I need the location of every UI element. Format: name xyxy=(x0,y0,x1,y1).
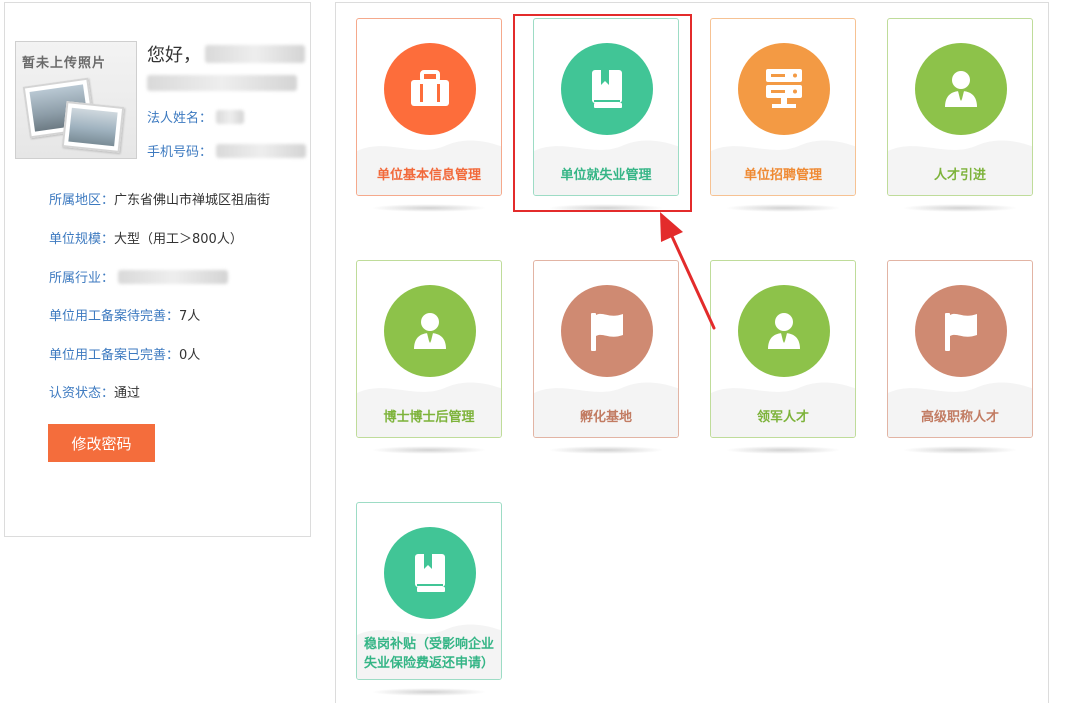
book-icon xyxy=(384,527,476,619)
region-label: 所属地区： xyxy=(49,193,115,208)
phone-field: 手机号码： xyxy=(147,141,307,160)
profile-panel: 暂未上传照片 您好， 法人姓名： 手机号码： 所属地区： 广东省佛山市禅城区祖庙… xyxy=(4,2,311,537)
scale-label: 单位规模： xyxy=(49,232,115,247)
redacted-legal-name xyxy=(216,109,245,124)
profile-photo[interactable]: 暂未上传照片 xyxy=(15,41,137,159)
scale-row: 单位规模： 大型（用工＞800人） xyxy=(49,228,243,247)
greeting-text: 您好， xyxy=(147,45,201,66)
service-tile-label: 单位招聘管理 xyxy=(743,168,822,183)
region-row: 所属地区： 广东省佛山市禅城区祖庙街 xyxy=(49,189,270,208)
phone-label: 手机号码： xyxy=(147,145,213,160)
photo-frame-icon xyxy=(61,101,125,153)
cert-row: 认资状态： 通过 xyxy=(49,382,140,401)
legal-name-label: 法人姓名： xyxy=(147,111,213,126)
cert-value: 通过 xyxy=(114,386,141,401)
service-tile-label: 高级职称人才 xyxy=(920,410,999,425)
highlight-box xyxy=(513,14,692,212)
tile-shadow xyxy=(725,446,841,454)
scale-value: 大型（用工＞800人） xyxy=(114,232,243,247)
pending-label: 单位用工备案待完善： xyxy=(49,309,180,324)
redacted-username xyxy=(205,45,305,63)
briefcase-icon xyxy=(384,43,476,135)
person-icon xyxy=(384,285,476,377)
legal-name-field: 法人姓名： xyxy=(147,107,245,126)
service-tile[interactable]: 高级职称人才 xyxy=(887,260,1033,438)
service-tile[interactable]: 单位基本信息管理 xyxy=(356,18,502,196)
flag-icon xyxy=(561,285,653,377)
tile-shadow xyxy=(371,446,487,454)
service-tile[interactable]: 单位招聘管理 xyxy=(710,18,856,196)
server-icon xyxy=(738,43,830,135)
flag-icon xyxy=(915,285,1007,377)
tile-shadow xyxy=(371,204,487,212)
tile-shadow xyxy=(902,446,1018,454)
service-tile[interactable]: 领军人才 xyxy=(710,260,856,438)
greeting: 您好， xyxy=(147,41,305,67)
service-tile[interactable]: 博士博士后管理 xyxy=(356,260,502,438)
industry-label: 所属行业： xyxy=(49,271,115,286)
cert-label: 认资状态： xyxy=(49,386,115,401)
service-tile-label: 人才引进 xyxy=(933,168,986,183)
service-tile[interactable]: 孵化基地 xyxy=(533,260,679,438)
person-icon xyxy=(738,285,830,377)
service-tile-label: 稳岗补贴（受影响企业失业保险费返还申请） xyxy=(363,637,494,671)
service-tile-label: 孵化基地 xyxy=(579,410,632,425)
service-tile[interactable]: 人才引进 xyxy=(887,18,1033,196)
pending-row: 单位用工备案待完善： 7人 xyxy=(49,305,200,324)
industry-row: 所属行业： xyxy=(49,267,229,286)
pending-value: 7人 xyxy=(179,309,201,324)
redacted-company-name xyxy=(147,75,297,91)
service-tile-label: 博士博士后管理 xyxy=(383,410,475,425)
photo-placeholder-text: 暂未上传照片 xyxy=(22,56,107,71)
tile-shadow xyxy=(902,204,1018,212)
tile-shadow xyxy=(548,446,664,454)
done-label: 单位用工备案已完善： xyxy=(49,348,180,363)
done-row: 单位用工备案已完善： 0人 xyxy=(49,344,200,363)
service-tile-label: 领军人才 xyxy=(756,410,809,425)
redacted-industry xyxy=(118,269,229,284)
service-tile[interactable]: 稳岗补贴（受影响企业失业保险费返还申请） xyxy=(356,502,502,680)
redacted-phone xyxy=(216,143,307,158)
tile-shadow xyxy=(371,688,487,696)
change-password-button[interactable]: 修改密码 xyxy=(48,424,155,462)
service-tile-label: 单位基本信息管理 xyxy=(376,168,481,183)
region-value: 广东省佛山市禅城区祖庙街 xyxy=(114,193,271,208)
done-value: 0人 xyxy=(179,348,201,363)
person-icon xyxy=(915,43,1007,135)
tile-shadow xyxy=(725,204,841,212)
